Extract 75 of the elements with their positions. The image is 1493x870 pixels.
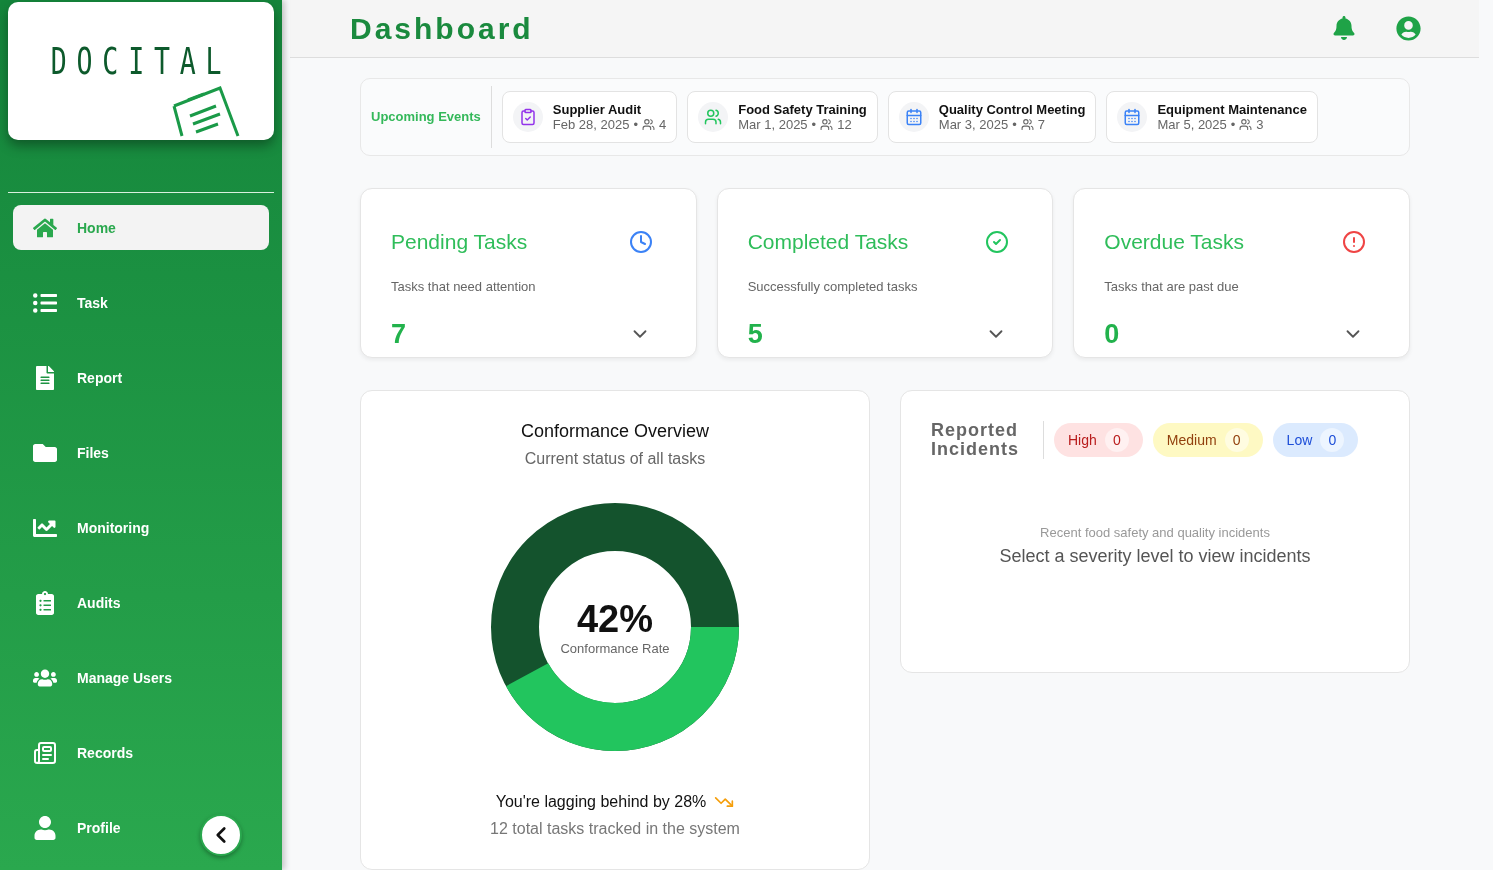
users-icon [698, 102, 729, 132]
card-title: Pending Tasks [391, 230, 529, 255]
nav-item[interactable]: Records [13, 730, 269, 775]
document-icon [33, 365, 57, 390]
event-date: Mar 5, 2025 [1157, 117, 1227, 132]
event-card[interactable]: Quality Control Meeting Mar 3, 2025 • 7 [887, 91, 1097, 143]
event-card[interactable]: Equipment Maintenance Mar 5, 2025 • 3 [1106, 91, 1318, 143]
task-count: 0 [1104, 318, 1121, 350]
task-count: 5 [747, 318, 764, 350]
severity-filter[interactable]: Low 0 [1272, 423, 1359, 457]
logo-text: DOCITAL [50, 38, 232, 84]
event-card[interactable]: Food Safety Training Mar 1, 2025 • 12 [687, 91, 878, 143]
card-subtitle: Current status of all tasks [524, 450, 706, 468]
trend-text: You're lagging behind by 28% [495, 793, 707, 811]
separator-dot: • [1012, 117, 1017, 132]
collapse-button[interactable] [200, 814, 242, 856]
attendee-count: 12 [837, 117, 852, 132]
attendee-count: 4 [659, 117, 667, 132]
events-label: Upcoming Events [371, 86, 492, 148]
nav-item[interactable]: Task [13, 280, 269, 325]
event-title: Quality Control Meeting [938, 102, 1086, 117]
severity-filter[interactable]: Medium 0 [1152, 423, 1263, 457]
card-title: Overdue Tasks [1104, 230, 1245, 255]
nav-item[interactable]: Manage Users [13, 655, 269, 700]
event-title: Supplier Audit [552, 102, 643, 117]
user-icon [33, 815, 57, 840]
severity-count: 0 [1224, 428, 1249, 452]
task-count: 7 [391, 318, 408, 350]
calendar-icon [1117, 102, 1148, 132]
card-subtitle: Tasks that are past due [1104, 279, 1240, 294]
people-icon [1020, 118, 1034, 131]
list-icon [33, 290, 57, 315]
attendee-count: 7 [1037, 117, 1045, 132]
nav-item[interactable]: Monitoring [13, 505, 269, 550]
people-icon [820, 118, 834, 131]
nav-item[interactable]: Audits [13, 580, 269, 625]
people-icon [1239, 118, 1253, 131]
card-title: Completed Tasks [747, 230, 910, 255]
newspaper-icon [33, 740, 57, 765]
card-subtitle: Successfully completed tasks [747, 279, 919, 294]
nav-item[interactable]: Report [13, 355, 269, 400]
bell-icon[interactable] [1332, 16, 1356, 40]
attendee-count: 3 [1256, 117, 1264, 132]
separator-dot: • [1230, 117, 1236, 132]
calendar-icon [898, 102, 929, 132]
empty-message: Select a severity level to view incidents [999, 545, 1311, 567]
page-title: Dashboard [350, 11, 535, 46]
people-icon [642, 118, 655, 131]
event-card[interactable]: Supplier Audit Feb 28, 2025 • 4 [501, 91, 678, 143]
footer-text: 12 total tasks tracked in the system [490, 820, 740, 838]
clock-icon [628, 230, 653, 255]
card-subtitle: Tasks that need attention [391, 279, 537, 294]
nav-item[interactable]: Files [13, 430, 269, 475]
severity-filter[interactable]: High 0 [1054, 423, 1143, 457]
card-title: Reported Incidents [931, 421, 1044, 459]
rate-value: 42% [576, 598, 654, 641]
clipboard-check-icon [512, 102, 543, 132]
severity-count: 0 [1320, 428, 1345, 452]
separator-dot: • [633, 117, 638, 132]
alert-icon [1342, 230, 1366, 255]
rate-label: Conformance Rate [560, 641, 670, 656]
event-date: Mar 1, 2025 [738, 117, 808, 132]
incidents-subtitle: Recent food safety and quality incidents [1040, 524, 1270, 540]
check-circle-icon [985, 230, 1010, 255]
clipboard-icon [170, 86, 242, 138]
card-title: Conformance Overview [520, 421, 710, 442]
separator-dot: • [811, 117, 817, 132]
event-title: Equipment Maintenance [1157, 102, 1307, 117]
event-date: Mar 3, 2025 [938, 117, 1009, 132]
clipboard-icon [33, 590, 57, 615]
event-title: Food Safety Training [738, 102, 867, 117]
event-date: Feb 28, 2025 [552, 117, 630, 132]
nav-item[interactable]: Home [13, 205, 269, 250]
nav-item[interactable]: Profile [13, 805, 269, 850]
severity-count: 0 [1104, 428, 1129, 452]
